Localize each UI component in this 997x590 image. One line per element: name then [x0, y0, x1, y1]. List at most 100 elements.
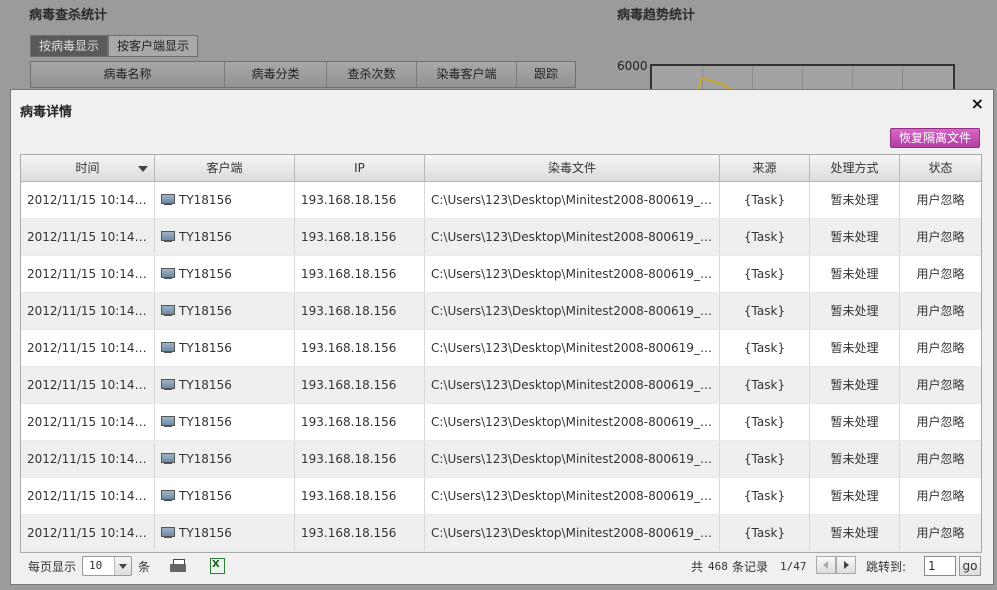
virus-detail-table: 时间 客户端 IP 染毒文件 来源 处理方式 状态 2012/11/15 10:… — [20, 154, 982, 553]
cell-time: 2012/11/15 10:14:36 — [21, 256, 155, 292]
col-infected-file[interactable]: 染毒文件 — [425, 155, 720, 181]
virus-table-header: 病毒名称 病毒分类 查杀次数 染毒客户端 跟踪 — [30, 61, 576, 88]
per-page-label: 每页显示 — [28, 560, 77, 574]
jump-page-input[interactable]: 1 — [924, 556, 956, 576]
table-row[interactable]: 2012/11/15 10:14:20 TY18156 193.168.18.1… — [21, 478, 981, 515]
col-infected-clients[interactable]: 染毒客户端 — [417, 62, 517, 87]
computer-icon — [161, 305, 175, 316]
cell-ip: 193.168.18.156 — [295, 367, 425, 403]
close-icon[interactable]: × — [971, 94, 984, 113]
pagination-bar: 每页显示 10 条 共 468 条记录 1/47 跳转到: 1 go — [20, 553, 982, 581]
cell-action: 暂未处理 — [810, 441, 900, 477]
cell-status: 用户忽略 — [916, 304, 965, 318]
cell-infected-file: C:\Users\123\Desktop\Minitest2008-800619… — [425, 219, 720, 255]
computer-icon — [161, 453, 175, 464]
table-row[interactable]: 2012/11/15 10:14:36 TY18156 193.168.18.1… — [21, 256, 981, 293]
computer-icon — [161, 490, 175, 501]
tab-by-client[interactable]: 按客户端显示 — [108, 35, 199, 57]
cell-source: {Task} — [720, 441, 810, 477]
cell-status: 用户忽略 — [916, 415, 965, 429]
col-virus-category[interactable]: 病毒分类 — [225, 62, 327, 87]
display-mode-tabs: 按病毒显示 按客户端显示 — [30, 35, 199, 57]
table-row[interactable]: 2012/11/15 10:14:18 TY18156 193.168.18.1… — [21, 515, 981, 552]
restore-quarantine-button[interactable]: 恢复隔离文件 — [889, 128, 980, 148]
cell-action: 暂未处理 — [810, 515, 900, 551]
cell-status: 用户忽略 — [916, 341, 965, 355]
sort-desc-icon[interactable] — [138, 166, 148, 172]
jump-label: 跳转到: — [866, 560, 907, 574]
cell-infected-file: C:\Users\123\Desktop\Minitest2008-800619… — [425, 367, 720, 403]
col-source[interactable]: 来源 — [720, 155, 810, 181]
trend-chart — [650, 64, 955, 90]
table-row[interactable]: 2012/11/15 10:14:26 TY18156 193.168.18.1… — [21, 404, 981, 441]
col-track[interactable]: 跟踪 — [517, 62, 575, 87]
cell-source: {Task} — [720, 182, 810, 218]
cell-client: TY18156 — [155, 404, 295, 440]
cell-source: {Task} — [720, 515, 810, 551]
table-row[interactable]: 2012/11/15 10:14:30 TY18156 193.168.18.1… — [21, 293, 981, 330]
cell-client: TY18156 — [155, 441, 295, 477]
cell-ip: 193.168.18.156 — [295, 219, 425, 255]
cell-infected-file: C:\Users\123\Desktop\Minitest2008-800619… — [425, 293, 720, 329]
computer-icon — [161, 527, 175, 538]
per-page-select[interactable]: 10 — [82, 556, 132, 576]
col-time[interactable]: 时间 — [21, 155, 155, 181]
computer-icon — [161, 342, 175, 353]
computer-icon — [161, 231, 175, 242]
tab-by-virus[interactable]: 按病毒显示 — [30, 35, 109, 57]
computer-icon — [161, 268, 175, 279]
col-status[interactable]: 状态 — [900, 155, 981, 181]
cell-status: 用户忽略 — [916, 193, 965, 207]
cell-client: TY18156 — [155, 293, 295, 329]
col-kill-count[interactable]: 查杀次数 — [327, 62, 417, 87]
cell-client: TY18156 — [155, 367, 295, 403]
cell-infected-file: C:\Users\123\Desktop\Minitest2008-800619… — [425, 441, 720, 477]
table-header: 时间 客户端 IP 染毒文件 来源 处理方式 状态 — [21, 155, 981, 182]
computer-icon — [161, 416, 175, 427]
cell-time: 2012/11/15 10:14:22 — [21, 441, 155, 477]
export-excel-icon[interactable] — [210, 558, 225, 574]
cell-time: 2012/11/15 10:14:26 — [21, 367, 155, 403]
cell-ip: 193.168.18.156 — [295, 404, 425, 440]
cell-infected-file: C:\Users\123\Desktop\Minitest2008-800619… — [425, 404, 720, 440]
trend-line — [696, 76, 734, 90]
cell-ip: 193.168.18.156 — [295, 293, 425, 329]
cell-source: {Task} — [720, 330, 810, 366]
cell-action: 暂未处理 — [810, 293, 900, 329]
cell-client: TY18156 — [155, 182, 295, 218]
cell-status: 用户忽略 — [916, 452, 965, 466]
col-client[interactable]: 客户端 — [155, 155, 295, 181]
cell-source: {Task} — [720, 478, 810, 514]
cell-time: 2012/11/15 10:14:18 — [21, 515, 155, 551]
cell-status: 用户忽略 — [916, 230, 965, 244]
col-virus-name[interactable]: 病毒名称 — [31, 62, 225, 87]
table-row[interactable]: 2012/11/15 10:14:26 TY18156 193.168.18.1… — [21, 367, 981, 404]
cell-infected-file: C:\Users\123\Desktop\Minitest2008-800619… — [425, 182, 720, 218]
cell-ip: 193.168.18.156 — [295, 478, 425, 514]
col-action[interactable]: 处理方式 — [810, 155, 900, 181]
next-page-button[interactable] — [836, 556, 856, 574]
print-icon[interactable] — [170, 559, 186, 573]
table-row[interactable]: 2012/11/15 10:14:28 TY18156 193.168.18.1… — [21, 330, 981, 367]
go-button[interactable]: go — [959, 556, 981, 576]
cell-ip: 193.168.18.156 — [295, 515, 425, 551]
cell-time: 2012/11/15 10:14:30 — [21, 293, 155, 329]
col-ip[interactable]: IP — [295, 155, 425, 181]
cell-client: TY18156 — [155, 515, 295, 551]
cell-client: TY18156 — [155, 219, 295, 255]
table-row[interactable]: 2012/11/15 10:14:22 TY18156 193.168.18.1… — [21, 441, 981, 478]
cell-client: TY18156 — [155, 256, 295, 292]
total-suffix: 条记录 — [732, 560, 769, 574]
table-row[interactable]: 2012/11/15 10:14:37 TY18156 193.168.18.1… — [21, 219, 981, 256]
cell-action: 暂未处理 — [810, 404, 900, 440]
cell-action: 暂未处理 — [810, 182, 900, 218]
page-indicator: 1/47 — [780, 560, 807, 573]
virus-detail-dialog: 病毒详情 × 恢复隔离文件 时间 客户端 IP 染毒文件 来源 处理方式 状态 … — [10, 89, 994, 585]
cell-time: 2012/11/15 10:14:37 — [21, 219, 155, 255]
cell-status: 用户忽略 — [916, 267, 965, 281]
cell-infected-file: C:\Users\123\Desktop\Minitest2008-800619… — [425, 478, 720, 514]
table-row[interactable]: 2012/11/15 10:14:39 TY18156 193.168.18.1… — [21, 182, 981, 219]
chevron-down-icon[interactable] — [114, 557, 131, 575]
cell-source: {Task} — [720, 404, 810, 440]
prev-page-button[interactable] — [816, 556, 836, 574]
